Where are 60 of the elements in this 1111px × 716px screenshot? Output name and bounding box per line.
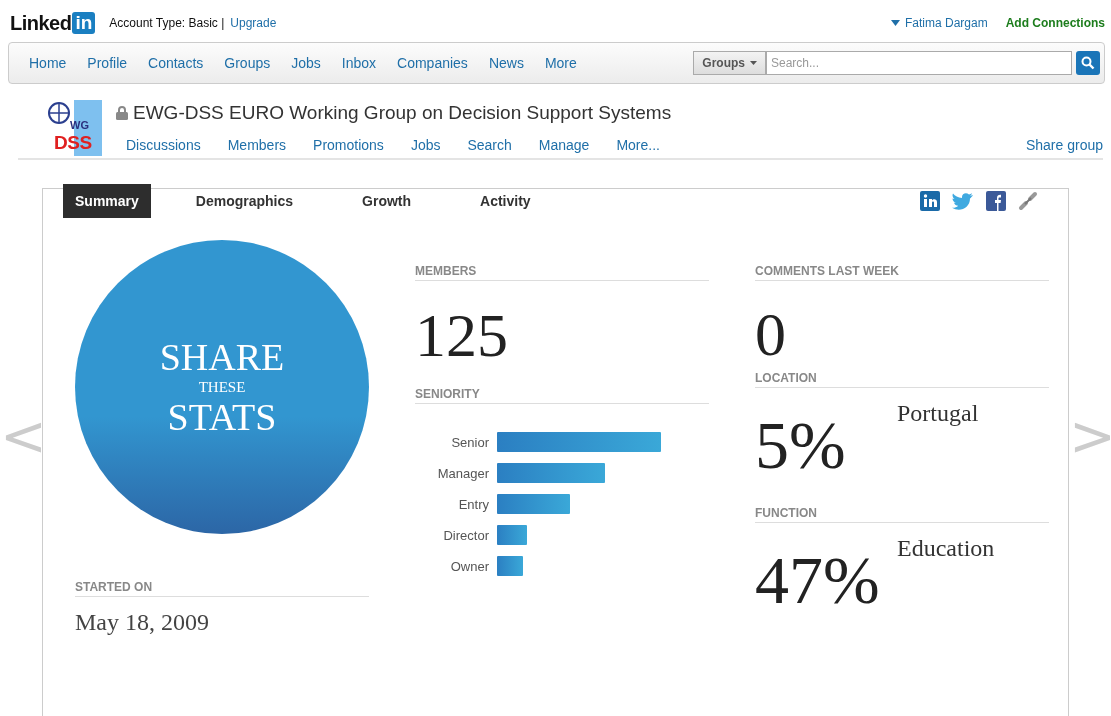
nav-link[interactable]: Inbox	[341, 55, 377, 71]
facebook-icon[interactable]	[986, 191, 1006, 211]
nav-link[interactable]: Contacts	[148, 55, 204, 71]
bar-label: Entry	[457, 496, 489, 512]
logo-text: Linked	[10, 11, 72, 35]
function-name: Education	[897, 535, 995, 562]
share-group-link[interactable]: Share group	[1025, 137, 1103, 153]
linkedin-icon[interactable]	[920, 191, 940, 211]
group-menu-link[interactable]: Manage	[538, 137, 590, 153]
section-label: COMMENTS LAST WEEK	[755, 264, 1049, 281]
search-icon	[1081, 56, 1095, 70]
nav-link[interactable]: Home	[29, 55, 67, 71]
upgrade-link[interactable]: Upgrade	[230, 16, 277, 30]
tab[interactable]: Growth	[350, 184, 424, 218]
section-label: SENIORITY	[415, 387, 709, 404]
search-field[interactable]: Search...	[766, 51, 1072, 75]
share-stats-button[interactable]: SHARE THESE STATS	[75, 240, 369, 534]
bird-icon[interactable]	[952, 192, 974, 210]
location-name: Portugal	[897, 400, 979, 427]
caret-icon	[891, 20, 900, 26]
members-count: 125	[415, 300, 509, 371]
start-date: May 18, 2009	[75, 609, 210, 636]
bar-label: Owner	[449, 558, 489, 574]
bar-label: Senior	[450, 434, 489, 450]
group-menu-link[interactable]: Promotions	[313, 137, 384, 153]
group-menu-link[interactable]: Members	[227, 137, 287, 153]
add-connections-link[interactable]: Add Connections	[1005, 16, 1105, 30]
group-menu-link[interactable]: Discussions	[126, 137, 201, 153]
search-button[interactable]	[1076, 51, 1100, 75]
seniority-bar	[497, 556, 523, 576]
location-percent: 5%	[755, 406, 847, 485]
tab[interactable]: Activity	[468, 184, 543, 218]
logo-badge: in	[72, 12, 96, 34]
group-menu-link[interactable]: More...	[616, 137, 660, 153]
tab[interactable]: Summary	[63, 184, 151, 218]
account-type: Account Type: Basic |	[109, 16, 225, 30]
nav-link[interactable]: Profile	[87, 55, 128, 71]
nav-link[interactable]: Companies	[397, 55, 468, 71]
group-menu-link[interactable]: Search	[467, 137, 512, 153]
nav-link[interactable]: News	[488, 55, 524, 71]
user-menu[interactable]: Fatima Dargam	[891, 16, 988, 30]
caret-icon	[750, 61, 757, 65]
seniority-bar	[497, 525, 527, 545]
comments-count: 0	[755, 299, 787, 370]
nav-link[interactable]: Jobs	[291, 55, 321, 71]
chain-link-icon[interactable]	[1018, 191, 1038, 211]
bar-label: Director	[442, 527, 489, 543]
section-label: STARTED ON	[75, 580, 369, 597]
section-label: FUNCTION	[755, 506, 1049, 523]
group-menu-link[interactable]: Jobs	[410, 137, 441, 153]
nav-link[interactable]: More	[544, 55, 577, 71]
nav-link[interactable]: Groups	[224, 55, 271, 71]
function-percent: 47%	[755, 541, 881, 620]
bar-label: Manager	[436, 465, 489, 481]
section-label: LOCATION	[755, 371, 1049, 388]
group-title: EWG-DSS EURO Working Group on Decision Support Systems	[133, 102, 672, 124]
tab[interactable]: Demographics	[183, 184, 306, 218]
section-label: MEMBERS	[415, 264, 709, 281]
search-scope-dropdown[interactable]: Groups	[693, 51, 766, 75]
circle-emblem-icon	[48, 102, 70, 124]
